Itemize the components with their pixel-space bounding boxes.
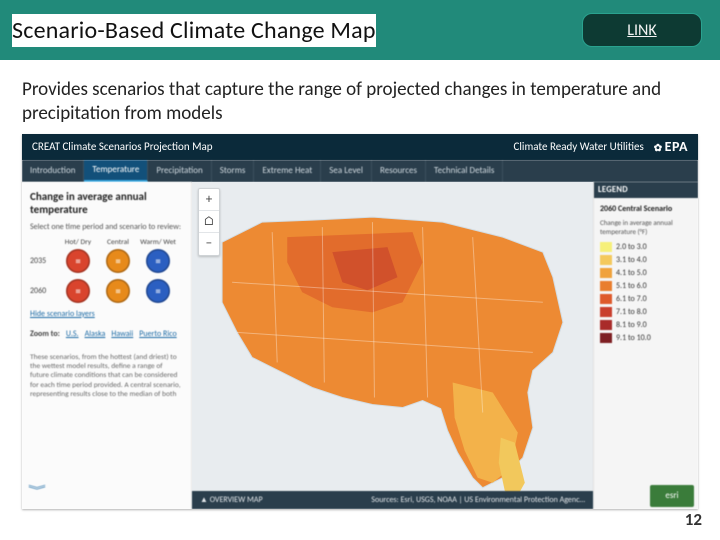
- legend-item: 8.1 to 9.0: [600, 320, 692, 330]
- legend-swatch: [600, 333, 612, 343]
- legend-swatch: [600, 242, 612, 252]
- page-number: 12: [685, 509, 702, 530]
- embed-subtitle: Climate Ready Water Utilities: [514, 140, 644, 153]
- expand-chevron-icon[interactable]: ︾: [28, 482, 46, 498]
- legend-item: 6.1 to 7.0: [600, 294, 692, 304]
- legend-header: LEGEND: [594, 182, 698, 198]
- legend-label: 2.0 to 3.0: [616, 242, 647, 252]
- legend-item: 2.0 to 3.0: [600, 242, 692, 252]
- legend-subtitle: Change in average annual temperature (°F…: [600, 218, 692, 236]
- tab-precipitation[interactable]: Precipitation: [148, 160, 211, 182]
- esri-badge: esri: [650, 485, 694, 507]
- epa-logo: ✿EPA: [654, 138, 688, 155]
- overview-toggle[interactable]: ▲ OVERVIEW MAP: [200, 495, 263, 505]
- zoom-link[interactable]: Alaska: [85, 329, 106, 339]
- tab-extreme-heat[interactable]: Extreme Heat: [254, 160, 321, 182]
- embed-title: CREAT Climate Scenarios Projection Map: [32, 140, 213, 153]
- legend-item: 5.1 to 6.0: [600, 281, 692, 291]
- legend-label: 3.1 to 4.0: [616, 255, 647, 265]
- description-text: Provides scenarios that capture the rang…: [0, 60, 720, 134]
- legend-item: 9.1 to 10.0: [600, 333, 692, 343]
- link-button-label: LINK: [627, 21, 656, 40]
- legend-label: 6.1 to 7.0: [616, 294, 647, 304]
- sidebar-title: Change in average annual temperature: [30, 190, 183, 216]
- legend-label: 9.1 to 10.0: [616, 333, 651, 343]
- zoom-out-button[interactable]: −: [199, 233, 219, 255]
- map-pane[interactable]: + ⌂ −: [192, 182, 593, 509]
- legend-title: 2060 Central Scenario: [600, 204, 692, 214]
- legend-swatch: [600, 307, 612, 317]
- legend-label: 8.1 to 9.0: [616, 320, 647, 330]
- legend-label: 7.1 to 8.0: [616, 307, 647, 317]
- tab-storms[interactable]: Storms: [212, 160, 255, 182]
- link-button[interactable]: LINK: [582, 13, 702, 47]
- legend-swatch: [600, 294, 612, 304]
- sidebar-instruction: Select one time period and scenario to r…: [30, 222, 183, 232]
- tab-introduction[interactable]: Introduction: [22, 160, 84, 182]
- embed-header: CREAT Climate Scenarios Projection Map C…: [22, 134, 698, 160]
- legend-item: 3.1 to 4.0: [600, 255, 692, 265]
- legend-item: 7.1 to 8.0: [600, 307, 692, 317]
- zoom-to-row: Zoom to: U.S. Alaska Hawaii Puerto Rico: [30, 329, 183, 339]
- scenario-dot[interactable]: ≣: [146, 249, 170, 273]
- sidebar-disclaimer: These scenarios, from the hottest (and d…: [30, 353, 183, 400]
- zoom-link[interactable]: U.S.: [66, 329, 79, 339]
- usa-map: [192, 182, 593, 509]
- home-extent-button[interactable]: ⌂: [199, 211, 219, 233]
- tab-temperature[interactable]: Temperature: [84, 160, 148, 182]
- legend-panel: LEGEND 2060 Central Scenario Change in a…: [593, 182, 698, 509]
- zoom-link[interactable]: Puerto Rico: [139, 329, 176, 339]
- scenario-dot[interactable]: ≣: [66, 249, 90, 273]
- legend-item: 4.1 to 5.0: [600, 268, 692, 278]
- zoom-link[interactable]: Hawaii: [111, 329, 133, 339]
- legend-swatch: [600, 320, 612, 330]
- scenario-year: 2035: [30, 256, 56, 266]
- tab-bar: IntroductionTemperaturePrecipitationStor…: [22, 160, 698, 182]
- page-title: Scenario-Based Climate Change Map: [12, 14, 376, 47]
- legend-label: 5.1 to 6.0: [616, 281, 647, 291]
- title-bar: Scenario-Based Climate Change Map LINK: [0, 0, 720, 60]
- tab-technical-details[interactable]: Technical Details: [426, 160, 503, 182]
- scenario-matrix-header: Hot/ Dry Central Warm/ Wet: [30, 238, 183, 247]
- embed-body: Change in average annual temperature Sel…: [22, 182, 698, 509]
- sources-text: Sources: Esri, USGS, NOAA | US Environme…: [371, 495, 585, 505]
- sidebar-panel: Change in average annual temperature Sel…: [22, 182, 192, 509]
- scenario-dot[interactable]: ≣: [106, 279, 130, 303]
- hide-scenario-link[interactable]: Hide scenario layers: [30, 309, 183, 319]
- legend-swatch: [600, 281, 612, 291]
- scenario-dot[interactable]: ≣: [146, 279, 170, 303]
- scenario-year: 2060: [30, 286, 56, 296]
- overview-bar: ▲ OVERVIEW MAP Sources: Esri, USGS, NOAA…: [192, 491, 593, 509]
- tab-sea-level[interactable]: Sea Level: [321, 160, 372, 182]
- legend-swatch: [600, 268, 612, 278]
- map-zoom-controls: + ⌂ −: [198, 188, 220, 256]
- scenario-dot[interactable]: ≣: [106, 249, 130, 273]
- scenario-row: 2035 ≣ ≣ ≣: [30, 249, 183, 273]
- zoom-in-button[interactable]: +: [199, 189, 219, 211]
- scenario-dot[interactable]: ≣: [66, 279, 90, 303]
- legend-swatch: [600, 255, 612, 265]
- legend-label: 4.1 to 5.0: [616, 268, 647, 278]
- scenario-row: 2060 ≣ ≣ ≣: [30, 279, 183, 303]
- embedded-app: CREAT Climate Scenarios Projection Map C…: [22, 134, 698, 509]
- tab-resources[interactable]: Resources: [372, 160, 426, 182]
